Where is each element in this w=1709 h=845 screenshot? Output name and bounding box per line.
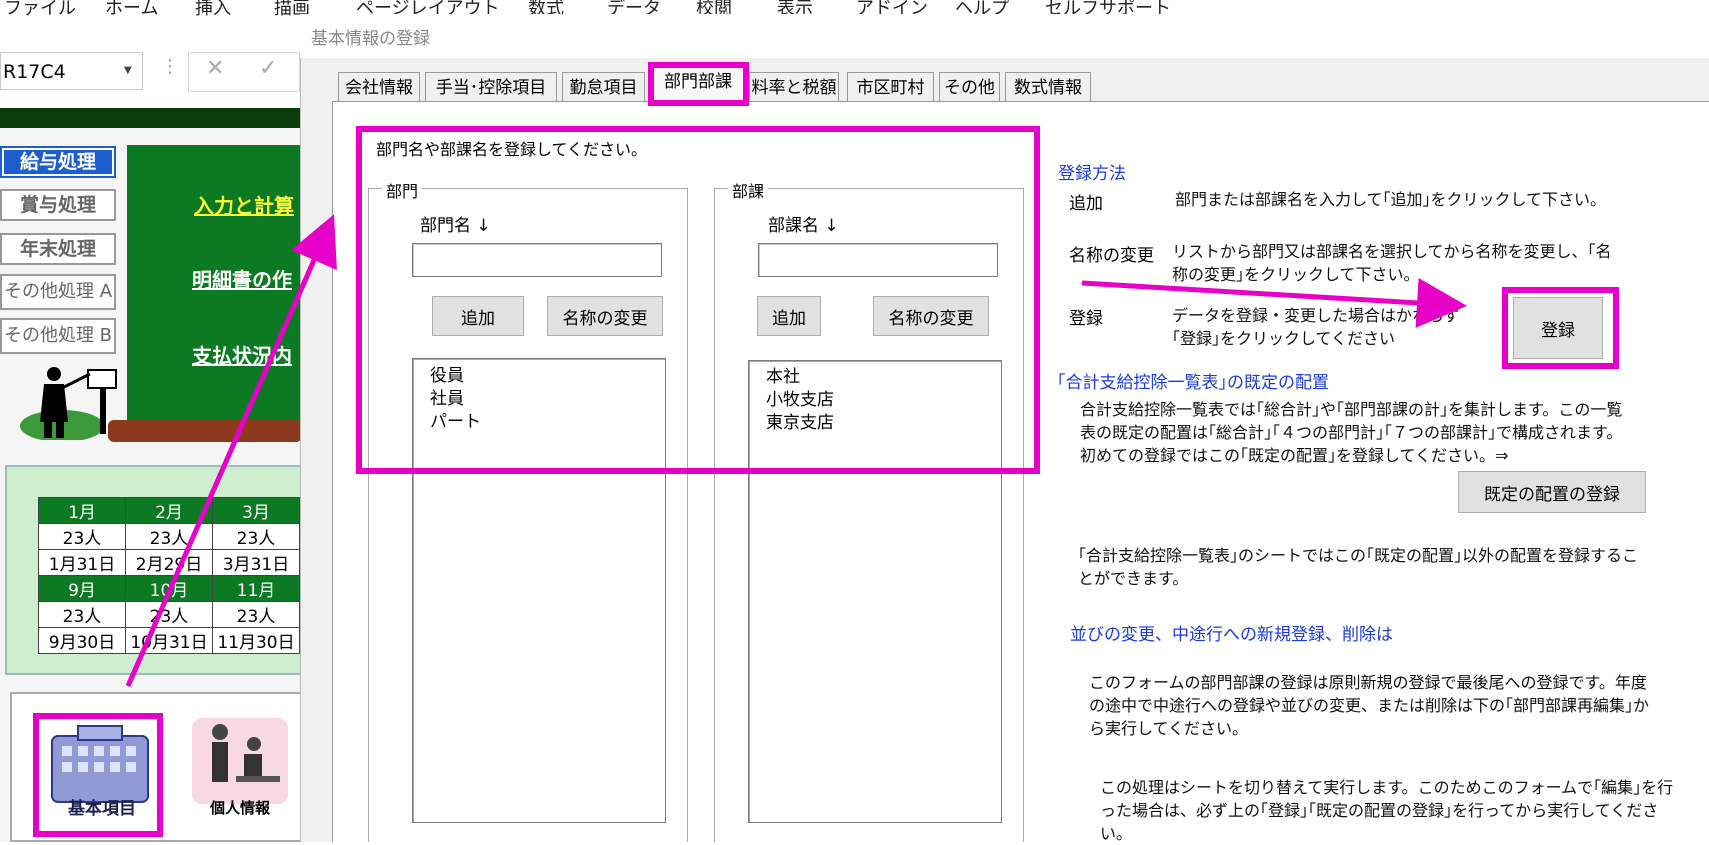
help-register-key: 登録	[1069, 309, 1103, 329]
sheet-header-strip	[0, 108, 300, 128]
date-cell: 10月31日	[125, 627, 213, 654]
reorder-heading: 並びの変更、中途行への新規登録、削除は	[1070, 625, 1393, 645]
list-item[interactable]: 役員	[413, 365, 665, 388]
layout-heading: ｢合計支給控除一覧表｣の既定の配置	[1057, 373, 1329, 393]
section-name-input[interactable]	[758, 243, 998, 277]
section-rename-button[interactable]: 名称の変更	[873, 296, 989, 336]
tab-rates-tax[interactable]: 料率と税額	[749, 72, 839, 102]
list-item[interactable]: 小牧支店	[749, 389, 1001, 412]
month-cell: 10月	[125, 575, 213, 602]
chevron-down-icon[interactable]: ▼	[124, 52, 132, 90]
cancel-icon[interactable]: ✕	[206, 56, 224, 81]
date-cell: 2月29日	[125, 549, 213, 576]
department-group-caption: 部門	[382, 178, 423, 202]
tab-department[interactable]: 部門部課	[652, 66, 744, 103]
help-rename-text: リストから部門又は部課名を選択してから名称を変更し、｢名称の変更｣をクリックして…	[1172, 242, 1612, 284]
dialog-titlebar	[300, 14, 1709, 58]
tab-municipality[interactable]: 市区町村	[847, 72, 934, 102]
other-layout-text: ｢合計支給控除一覧表｣のシートではこの｢既定の配置｣以外の配置を登録することがで…	[1078, 546, 1639, 588]
formula-buttons	[188, 52, 300, 92]
date-cell: 1月31日	[38, 549, 126, 576]
count-cell: 23人	[125, 523, 213, 550]
input-calc-link[interactable]: 入力と計算	[194, 190, 294, 219]
section-name-label: 部課名 ↓	[768, 216, 839, 236]
other-process-a-button[interactable]: その他処理 A	[0, 274, 116, 310]
person-desk-icon[interactable]	[192, 718, 288, 804]
instruction-text: 部門名や部課名を登録してください。	[376, 140, 648, 159]
department-name-input[interactable]	[412, 243, 662, 277]
tab-other[interactable]: その他	[939, 72, 1000, 102]
help-rename-key: 名称の変更	[1069, 246, 1154, 266]
tab-formula-info[interactable]: 数式情報	[1005, 72, 1091, 102]
name-box[interactable]: R17C4	[0, 52, 143, 90]
date-cell: 3月31日	[212, 549, 300, 576]
tab-attendance[interactable]: 勤怠項目	[562, 72, 645, 102]
month-cell: 9月	[38, 575, 126, 602]
kihon-label[interactable]: 基本項目	[44, 794, 160, 819]
month-cell: 1月	[38, 497, 126, 524]
department-add-button[interactable]: 追加	[432, 296, 524, 336]
layout-text: 合計支給控除一覧表では｢総合計｣や｢部門部課の計｣を集計します。この一覧表の既定…	[1080, 400, 1623, 465]
department-listbox[interactable]: 役員 社員 パート	[412, 358, 666, 823]
section-group-caption: 部課	[728, 178, 769, 202]
statement-link[interactable]: 明細書の作	[192, 264, 292, 293]
reorder-text: このフォームの部門部課の登録は原則新規の登録で最後尾への登録です。年度の途中で中…	[1089, 673, 1650, 738]
register-button[interactable]: 登録	[1513, 297, 1603, 359]
date-cell: 11月30日	[212, 627, 300, 654]
date-cell: 9月30日	[38, 627, 126, 654]
sheet-switch-text: この処理はシートを切り替えて実行します。このためこのフォームで｢編集｣を行った場…	[1100, 778, 1674, 843]
department-rename-button[interactable]: 名称の変更	[547, 296, 663, 336]
presenter-icon	[20, 367, 117, 440]
count-cell: 23人	[212, 523, 300, 550]
payment-status-link[interactable]: 支払状況内	[192, 340, 292, 369]
check-icon[interactable]: ✓	[259, 56, 277, 81]
month-cell: 11月	[212, 575, 300, 602]
section-listbox[interactable]: 本社 小牧支店 東京支店	[748, 360, 1002, 823]
count-cell: 23人	[38, 601, 126, 628]
list-item[interactable]: 本社	[749, 366, 1001, 389]
dialog-title: 基本情報の登録	[311, 29, 430, 49]
default-layout-button[interactable]: 既定の配置の登録	[1458, 471, 1646, 513]
list-item[interactable]: パート	[413, 411, 665, 434]
department-name-label: 部門名 ↓	[420, 216, 491, 236]
more-icon: ⋮	[161, 56, 179, 77]
count-cell: 23人	[212, 601, 300, 628]
help-add-key: 追加	[1069, 194, 1103, 214]
help-heading: 登録方法	[1058, 164, 1126, 184]
month-cell: 2月	[125, 497, 213, 524]
count-cell: 23人	[125, 601, 213, 628]
section-add-button[interactable]: 追加	[757, 296, 821, 336]
salary-process-button[interactable]: 給与処理	[0, 146, 116, 178]
bonus-process-button[interactable]: 賞与処理	[0, 189, 116, 221]
help-register-text: データを登録・変更した場合はかならず｢登録｣をクリックしてください	[1172, 306, 1460, 348]
tab-allowance-deduction[interactable]: 手当･控除項目	[425, 72, 557, 102]
menu-home[interactable]: ホーム	[105, 0, 158, 20]
other-process-b-button[interactable]: その他処理 B	[0, 318, 116, 354]
board-ledge	[108, 420, 302, 442]
month-cell: 3月	[212, 497, 300, 524]
menu-file[interactable]: ファイル	[4, 0, 76, 20]
count-cell: 23人	[38, 523, 126, 550]
monthly-calendar-table: 1月 2月 3月 23人 23人 23人 1月31日 2月29日 3月31日 9…	[38, 497, 300, 654]
kojin-label[interactable]: 個人情報	[192, 797, 288, 818]
year-end-process-button[interactable]: 年末処理	[0, 233, 116, 265]
list-item[interactable]: 東京支店	[749, 412, 1001, 435]
tab-company-info[interactable]: 会社情報	[338, 72, 420, 102]
menu-insert[interactable]: 挿入	[195, 0, 231, 20]
help-add-text: 部門または部課名を入力して｢追加｣をクリックして下さい。	[1175, 190, 1607, 209]
list-item[interactable]: 社員	[413, 388, 665, 411]
